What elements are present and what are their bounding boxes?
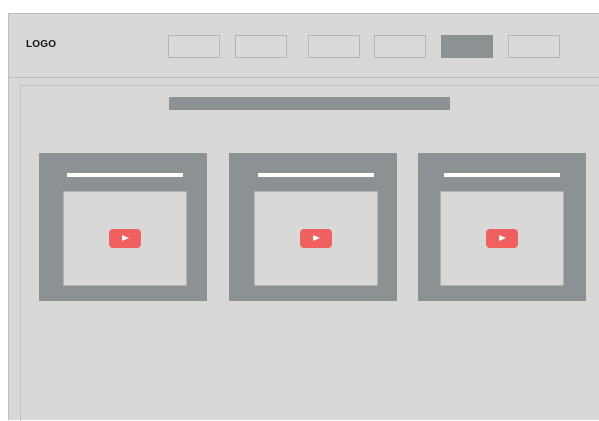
nav-item-4[interactable] bbox=[374, 35, 426, 58]
video-card-3[interactable] bbox=[418, 153, 586, 301]
play-icon bbox=[122, 234, 129, 241]
logo[interactable]: LOGO bbox=[26, 39, 56, 50]
card-title-placeholder bbox=[258, 173, 374, 177]
play-button[interactable] bbox=[109, 228, 141, 248]
nav-item-1[interactable] bbox=[168, 35, 220, 58]
video-card-1[interactable] bbox=[39, 153, 207, 301]
play-icon bbox=[313, 234, 320, 241]
card-title-placeholder bbox=[67, 173, 183, 177]
play-button[interactable] bbox=[486, 228, 518, 248]
play-icon bbox=[499, 234, 506, 241]
nav-item-2[interactable] bbox=[235, 35, 287, 58]
card-title-placeholder bbox=[444, 173, 560, 177]
video-thumbnail[interactable] bbox=[440, 191, 564, 286]
nav-item-3[interactable] bbox=[308, 35, 360, 58]
video-thumbnail[interactable] bbox=[254, 191, 378, 286]
video-card-2[interactable] bbox=[229, 153, 397, 301]
nav-item-6[interactable] bbox=[508, 35, 560, 58]
header: LOGO bbox=[9, 14, 599, 78]
wireframe-page: LOGO bbox=[8, 13, 599, 421]
nav-item-5-active[interactable] bbox=[441, 35, 493, 58]
play-button[interactable] bbox=[300, 228, 332, 248]
video-thumbnail[interactable] bbox=[63, 191, 187, 286]
main-content bbox=[20, 85, 599, 421]
page-title-placeholder bbox=[169, 97, 450, 110]
